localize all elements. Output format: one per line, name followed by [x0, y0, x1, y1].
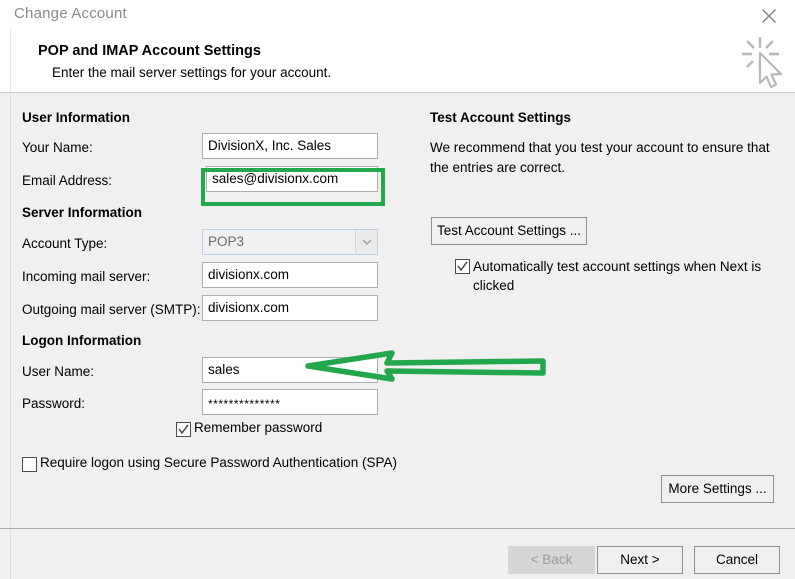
- page-subtitle: Enter the mail server settings for your …: [52, 65, 332, 80]
- change-account-dialog: Change Account POP and IMAP Account Sett…: [0, 0, 795, 579]
- more-settings-button[interactable]: More Settings ...: [661, 475, 774, 503]
- checkbox-box: [22, 457, 37, 472]
- check-icon: [457, 261, 468, 272]
- title-bar: Change Account: [0, 0, 795, 30]
- header-left-rule: [10, 30, 11, 93]
- label-your-name: Your Name:: [22, 140, 93, 155]
- test-account-description: We recommend that you test your account …: [430, 140, 770, 175]
- label-user-name: User Name:: [22, 364, 95, 379]
- close-icon: [762, 9, 776, 23]
- body-left-rule: [10, 94, 11, 527]
- back-button[interactable]: < Back: [508, 546, 595, 574]
- window-title: Change Account: [14, 5, 127, 22]
- group-label-test-account-settings: Test Account Settings: [430, 110, 572, 125]
- password-input[interactable]: **************: [202, 389, 378, 415]
- next-button[interactable]: Next >: [597, 546, 683, 574]
- dialog-body: User Information Your Name: DivisionX, I…: [0, 93, 795, 527]
- group-label-user-information: User Information: [22, 110, 131, 125]
- cursor-click-sparkle-icon: [740, 34, 790, 90]
- auto-test-label: Automatically test account settings when…: [473, 259, 762, 293]
- account-type-value: POP3: [208, 234, 245, 249]
- label-email-address: Email Address:: [22, 173, 113, 188]
- checkbox-box: [176, 422, 191, 437]
- outgoing-mail-server-input[interactable]: divisionx.com: [202, 295, 378, 321]
- label-account-type: Account Type:: [22, 236, 108, 251]
- cancel-button[interactable]: Cancel: [694, 546, 780, 574]
- label-incoming-mail-server: Incoming mail server:: [22, 269, 151, 284]
- checkbox-box: [455, 259, 470, 274]
- email-address-input[interactable]: sales@divisionx.com: [206, 166, 378, 192]
- dialog-footer: < Back Next > Cancel: [0, 528, 795, 579]
- user-name-input[interactable]: sales: [202, 357, 378, 383]
- group-label-logon-information: Logon Information: [22, 333, 142, 348]
- close-button[interactable]: [749, 2, 789, 28]
- check-icon: [178, 424, 189, 435]
- your-name-input[interactable]: DivisionX, Inc. Sales: [202, 133, 378, 159]
- test-account-settings-button[interactable]: Test Account Settings ...: [431, 217, 587, 245]
- require-spa-label: Require logon using Secure Password Auth…: [40, 455, 397, 470]
- group-label-server-information: Server Information: [22, 205, 143, 220]
- incoming-mail-server-input[interactable]: divisionx.com: [202, 262, 378, 288]
- label-outgoing-mail-server: Outgoing mail server (SMTP):: [22, 302, 201, 317]
- account-type-select[interactable]: POP3: [202, 229, 378, 255]
- page-title: POP and IMAP Account Settings: [38, 43, 261, 59]
- label-password: Password:: [22, 396, 86, 411]
- remember-password-label: Remember password: [194, 420, 323, 435]
- footer-left-rule: [10, 529, 11, 579]
- dialog-header: POP and IMAP Account Settings Enter the …: [0, 30, 795, 93]
- chevron-down-icon[interactable]: [355, 230, 377, 254]
